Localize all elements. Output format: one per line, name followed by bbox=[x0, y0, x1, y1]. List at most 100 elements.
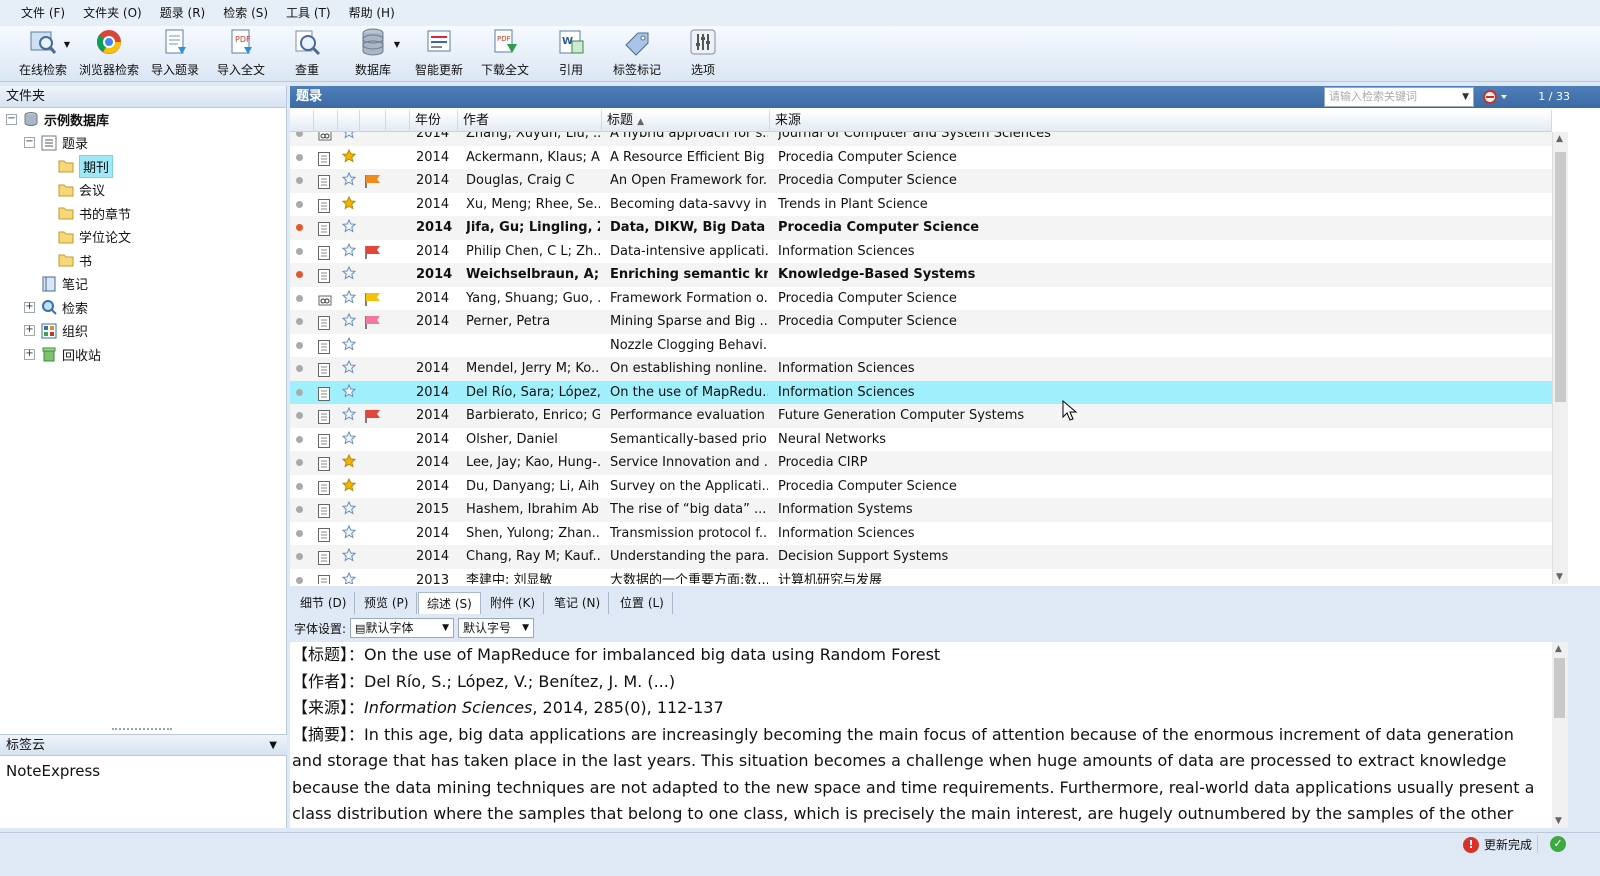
star-filled-icon[interactable] bbox=[341, 453, 357, 472]
font-size-select[interactable]: 默认字号 ▼ bbox=[458, 618, 535, 638]
read-dot-icon[interactable] bbox=[296, 529, 303, 537]
col-year[interactable]: 年份 bbox=[410, 110, 458, 132]
scroll-down-icon[interactable]: ▼ bbox=[1556, 572, 1563, 582]
import-fulltext-button[interactable]: PDF 导入全文 bbox=[208, 26, 274, 82]
scroll-up-icon[interactable]: ▲ bbox=[1556, 134, 1563, 144]
col-blank[interactable] bbox=[386, 110, 410, 132]
tree-node-book-chapter[interactable]: 书的章节 bbox=[58, 202, 131, 224]
star-empty-icon[interactable] bbox=[341, 500, 357, 519]
star-empty-icon[interactable] bbox=[341, 336, 357, 355]
tree-node-organize[interactable]: + 组织 bbox=[24, 320, 88, 342]
table-row[interactable]: 2014 Barbierato, Enrico; G... Performance … bbox=[290, 404, 1552, 428]
col-source[interactable]: 来源 bbox=[770, 110, 1552, 132]
font-family-select[interactable]: ▤默认字体 ▼ bbox=[350, 618, 455, 638]
smart-update-button[interactable]: 智能更新 bbox=[406, 26, 472, 82]
table-row[interactable]: 2014 Lee, Jay; Kao, Hung-... Service Innov… bbox=[290, 451, 1552, 475]
star-empty-icon[interactable] bbox=[341, 218, 357, 237]
tab-location[interactable]: 位置 (L) bbox=[612, 592, 673, 614]
tree-node-database[interactable]: − 示例数据库 bbox=[6, 108, 109, 130]
options-button[interactable]: 选项 bbox=[670, 26, 736, 82]
read-dot-icon[interactable] bbox=[296, 153, 303, 161]
tree-node-journal[interactable]: 期刊 bbox=[58, 154, 114, 178]
star-empty-icon[interactable] bbox=[341, 524, 357, 543]
find-duplicates-button[interactable]: 查重 bbox=[274, 26, 340, 82]
read-dot-icon[interactable] bbox=[296, 482, 303, 490]
collapse-icon[interactable]: − bbox=[6, 113, 17, 125]
table-row[interactable]: 2014 Philip Chen, C L; Zh... Data-intensiv… bbox=[290, 240, 1552, 264]
tab-summary[interactable]: 综述 (S) bbox=[418, 592, 481, 614]
tree-node-conference[interactable]: 会议 bbox=[58, 179, 105, 201]
table-row[interactable]: 2014 Ackermann, Klaus; A... A Resource Eff… bbox=[290, 146, 1552, 170]
table-row[interactable]: 2014 Perner, Petra Mining Sparse and Big .… bbox=[290, 310, 1552, 334]
tree-node-records[interactable]: − 题录 bbox=[24, 132, 88, 154]
collapse-icon[interactable]: − bbox=[24, 137, 35, 148]
expand-icon[interactable]: + bbox=[24, 325, 35, 336]
col-author[interactable]: 作者 bbox=[458, 110, 602, 132]
tree-node-notes[interactable]: 笔记 bbox=[41, 273, 88, 295]
read-dot-icon[interactable] bbox=[296, 365, 303, 372]
summary-scrollbar[interactable]: ▲ ▼ bbox=[1552, 642, 1568, 828]
import-records-button[interactable]: 导入题录 bbox=[142, 26, 208, 82]
panel-splitter[interactable] bbox=[112, 728, 172, 731]
read-dot-icon[interactable] bbox=[296, 576, 303, 584]
col-flag[interactable] bbox=[360, 110, 386, 132]
table-row[interactable]: 2014 Yang, Shuang; Guo, ... Framework Form… bbox=[290, 287, 1552, 311]
star-empty-icon[interactable] bbox=[341, 571, 357, 584]
read-dot-icon[interactable] bbox=[296, 553, 303, 560]
table-row[interactable]: 2013 李建中; 刘显敏 大数据的一个重要方面:数... 计算机研究与发展 bbox=[290, 569, 1552, 584]
tag-cloud-header[interactable]: 标签云 ▼ bbox=[0, 734, 287, 756]
col-attachment[interactable] bbox=[314, 110, 338, 132]
tab-attachments[interactable]: 附件 (K) bbox=[482, 592, 545, 614]
table-row[interactable]: 2014 Weichselbraun, A; G Enriching semanti… bbox=[290, 263, 1552, 287]
star-empty-icon[interactable] bbox=[341, 547, 357, 566]
read-dot-icon[interactable] bbox=[296, 294, 303, 302]
download-fulltext-button[interactable]: PDF 下载全文 bbox=[472, 26, 538, 82]
star-empty-icon[interactable] bbox=[341, 430, 357, 449]
star-empty-icon[interactable] bbox=[341, 312, 357, 331]
read-dot-icon[interactable] bbox=[296, 177, 303, 184]
tree-node-recycle-bin[interactable]: + 回收站 bbox=[24, 343, 101, 365]
tag-cloud-item[interactable]: NoteExpress bbox=[6, 762, 100, 780]
read-dot-icon[interactable] bbox=[296, 318, 303, 325]
read-dot-icon[interactable] bbox=[296, 247, 303, 255]
table-row[interactable]: 2014 Mendel, Jerry M; Ko... On establishin… bbox=[290, 357, 1552, 381]
online-search-button[interactable]: ▼ 在线检索 bbox=[10, 26, 76, 82]
tree-node-book[interactable]: 书 bbox=[58, 249, 92, 271]
read-dot-icon[interactable] bbox=[296, 506, 303, 513]
star-empty-icon[interactable] bbox=[341, 383, 357, 402]
col-read[interactable] bbox=[290, 110, 314, 132]
tree-node-thesis[interactable]: 学位论文 bbox=[58, 226, 131, 248]
col-star[interactable] bbox=[338, 110, 360, 132]
star-filled-icon[interactable] bbox=[341, 195, 357, 214]
menu-help[interactable]: 帮助 (H) bbox=[340, 0, 404, 26]
chevron-down-icon[interactable]: ▼ bbox=[1462, 88, 1469, 106]
star-filled-icon[interactable] bbox=[341, 148, 357, 167]
tag-button[interactable]: 标签标记 bbox=[604, 26, 670, 82]
tree-node-search[interactable]: + 检索 bbox=[24, 296, 88, 318]
records-scrollbar[interactable]: ▲ ▼ bbox=[1552, 132, 1568, 584]
scroll-up-icon[interactable]: ▲ bbox=[1555, 644, 1562, 654]
expand-icon[interactable]: + bbox=[24, 348, 35, 360]
menu-records[interactable]: 题录 (R) bbox=[151, 0, 215, 26]
star-empty-icon[interactable] bbox=[341, 242, 357, 261]
read-dot-icon[interactable] bbox=[296, 341, 303, 349]
menu-folder[interactable]: 文件夹 (O) bbox=[74, 0, 151, 26]
tab-preview[interactable]: 预览 (P) bbox=[356, 592, 418, 614]
expand-icon[interactable]: + bbox=[24, 301, 35, 313]
read-dot-icon[interactable] bbox=[296, 200, 303, 208]
scroll-thumb[interactable] bbox=[1555, 152, 1566, 402]
star-empty-icon[interactable] bbox=[341, 265, 357, 284]
tab-details[interactable]: 细节 (D) bbox=[292, 592, 356, 614]
menu-file[interactable]: 文件 (F) bbox=[12, 0, 74, 26]
scroll-down-icon[interactable]: ▼ bbox=[1555, 816, 1562, 826]
table-row[interactable]: 2015 Hashem, Ibrahim Ab... The rise of “bi… bbox=[290, 498, 1552, 522]
search-input[interactable]: 请输入检索关键词 ▼ bbox=[1324, 87, 1474, 107]
read-dot-icon[interactable] bbox=[296, 459, 303, 466]
browser-search-button[interactable]: 浏览器检索 bbox=[76, 26, 142, 82]
chevron-down-icon[interactable]: ▼ bbox=[269, 735, 277, 757]
cite-button[interactable]: W 引用 bbox=[538, 26, 604, 82]
tab-notes[interactable]: 笔记 (N) bbox=[546, 592, 610, 614]
unread-dot-icon[interactable] bbox=[296, 224, 303, 231]
unread-dot-icon[interactable] bbox=[296, 271, 303, 278]
star-empty-icon[interactable] bbox=[341, 359, 357, 378]
